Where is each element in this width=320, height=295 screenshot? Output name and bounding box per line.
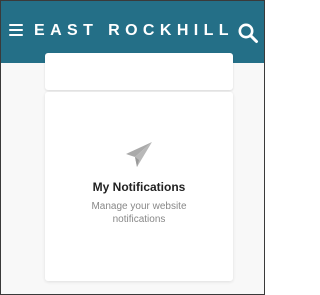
site-title[interactable]: EAST ROCKHILL xyxy=(34,22,239,40)
main-content: My Notifications Manage your website not… xyxy=(1,53,264,294)
previous-card[interactable] xyxy=(45,53,233,90)
menu-icon[interactable] xyxy=(9,23,23,38)
paper-plane-icon xyxy=(126,142,152,167)
card-title: My Notifications xyxy=(92,180,186,194)
card-description: Manage your website notifications xyxy=(91,201,187,225)
notifications-card[interactable]: My Notifications Manage your website not… xyxy=(45,92,233,281)
search-icon[interactable] xyxy=(237,22,259,44)
app-frame: EAST ROCKHILL My Notifications Manage yo… xyxy=(0,0,265,295)
